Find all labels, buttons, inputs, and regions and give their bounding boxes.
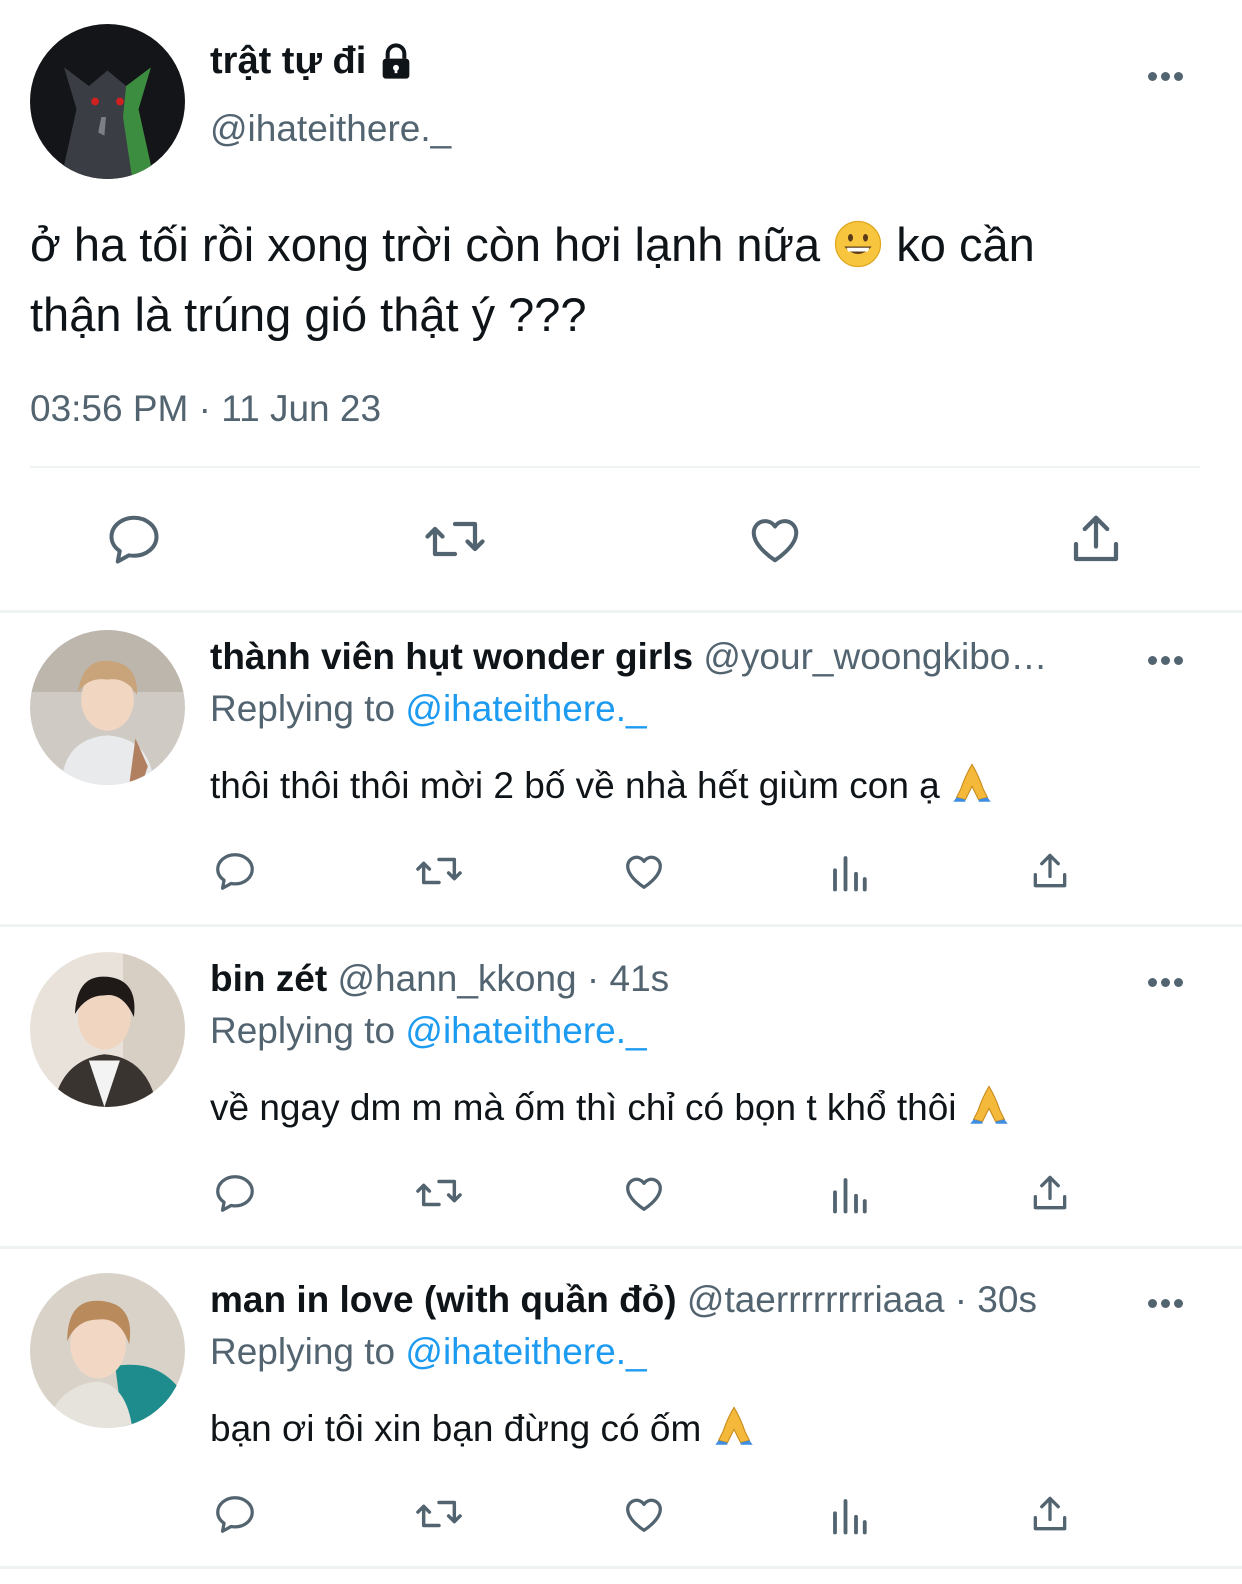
reply-header: thành viên hụt wonder girls @your_woongk… — [210, 636, 1140, 678]
reply-icon[interactable] — [212, 1170, 258, 1216]
divider — [0, 924, 1242, 927]
replying-to-label: Replying to — [210, 688, 396, 729]
replying-to: Replying to @ihateithere._ — [210, 1010, 647, 1052]
share-icon[interactable] — [1028, 1170, 1072, 1216]
handle[interactable]: @your_woongkibo… — [703, 636, 1047, 677]
replying-to-label: Replying to — [210, 1331, 396, 1372]
divider — [30, 466, 1200, 468]
tweet-text-line1: ở ha tối rồi xong trời còn hơi lạnh nữa — [30, 218, 821, 271]
main-tweet: trật tự đi @ihateithere._ ở ha tối rồi x… — [0, 0, 1242, 612]
folded-hands-emoji-icon — [967, 1082, 1011, 1126]
reply-header: man in love (with quần đỏ) @taerrrrrrrri… — [210, 1279, 1140, 1321]
replying-to-link[interactable]: @ihateithere._ — [405, 1010, 646, 1051]
handle[interactable]: @hann_kkong · 41s — [337, 958, 669, 999]
reply-icon[interactable] — [212, 1491, 258, 1537]
tweet-text: ở ha tối rồi xong trời còn hơi lạnh nữa … — [30, 210, 1210, 350]
views-icon[interactable] — [828, 850, 870, 894]
replying-to-link[interactable]: @ihateithere._ — [405, 1331, 646, 1372]
retweet-icon[interactable] — [412, 1491, 466, 1537]
avatar[interactable] — [30, 952, 185, 1107]
reply-tweet[interactable]: bin zét @hann_kkong · 41s Replying to @i… — [0, 936, 1242, 1254]
folded-hands-emoji-icon — [950, 760, 994, 804]
replying-to: Replying to @ihateithere._ — [210, 688, 647, 730]
handle[interactable]: @taerrrrrrrriaaa · 30s — [687, 1279, 1037, 1320]
display-name[interactable]: thành viên hụt wonder girls — [210, 636, 693, 677]
replying-to-link[interactable]: @ihateithere._ — [405, 688, 646, 729]
display-name[interactable]: bin zét — [210, 958, 327, 999]
divider — [0, 1246, 1242, 1249]
more-icon[interactable] — [1148, 652, 1188, 665]
reply-header: bin zét @hann_kkong · 41s — [210, 958, 1140, 1000]
reply-text-content: thôi thôi thôi mời 2 bố về nhà hết giùm … — [210, 765, 940, 806]
reply-text: bạn ơi tôi xin bạn đừng có ốm — [210, 1403, 756, 1450]
handle[interactable]: @ihateithere._ — [210, 108, 451, 150]
share-icon[interactable] — [1028, 1491, 1072, 1537]
reply-actions — [0, 1166, 1242, 1216]
retweet-icon[interactable] — [422, 509, 488, 569]
avatar[interactable] — [30, 24, 185, 179]
tweet-actions — [0, 505, 1242, 575]
share-icon[interactable] — [1066, 509, 1126, 569]
more-icon[interactable] — [1148, 1295, 1188, 1308]
like-icon[interactable] — [620, 848, 668, 894]
like-icon[interactable] — [744, 509, 806, 569]
reply-icon[interactable] — [212, 848, 258, 894]
grinning-face-emoji-icon — [833, 218, 883, 268]
reply-text: thôi thôi thôi mời 2 bố về nhà hết giùm … — [210, 760, 994, 807]
divider — [0, 1566, 1242, 1569]
views-icon[interactable] — [828, 1493, 870, 1537]
retweet-icon[interactable] — [412, 848, 466, 894]
display-name[interactable]: man in love (with quần đỏ) — [210, 1279, 677, 1320]
reply-tweet[interactable]: thành viên hụt wonder girls @your_woongk… — [0, 614, 1242, 932]
replying-to: Replying to @ihateithere._ — [210, 1331, 647, 1373]
avatar[interactable] — [30, 1273, 185, 1428]
display-name[interactable]: trật tự đi — [210, 40, 416, 83]
more-icon[interactable] — [1148, 68, 1188, 81]
folded-hands-emoji-icon — [712, 1403, 756, 1447]
reply-icon[interactable] — [104, 509, 164, 569]
display-name-text: trật tự đi — [210, 40, 367, 82]
reply-actions — [0, 1487, 1242, 1537]
avatar[interactable] — [30, 630, 185, 785]
reply-text: về ngay dm m mà ốm thì chỉ có bọn t khổ … — [210, 1082, 1011, 1129]
reply-text-content: về ngay dm m mà ốm thì chỉ có bọn t khổ … — [210, 1087, 957, 1128]
replying-to-label: Replying to — [210, 1010, 396, 1051]
reply-tweet[interactable]: man in love (with quần đỏ) @taerrrrrrrri… — [0, 1257, 1242, 1575]
more-icon[interactable] — [1148, 974, 1188, 987]
views-icon[interactable] — [828, 1172, 870, 1216]
tweet-text-line2: thận là trúng gió thật ý ??? — [30, 288, 587, 341]
lock-icon — [376, 42, 416, 82]
reply-actions — [0, 844, 1242, 894]
tweet-text-line1-after: ko cần — [896, 218, 1035, 271]
like-icon[interactable] — [620, 1170, 668, 1216]
like-icon[interactable] — [620, 1491, 668, 1537]
share-icon[interactable] — [1028, 848, 1072, 894]
timestamp[interactable]: 03:56 PM · 11 Jun 23 — [30, 388, 381, 430]
retweet-icon[interactable] — [412, 1170, 466, 1216]
reply-text-content: bạn ơi tôi xin bạn đừng có ốm — [210, 1408, 702, 1449]
divider — [0, 610, 1242, 613]
